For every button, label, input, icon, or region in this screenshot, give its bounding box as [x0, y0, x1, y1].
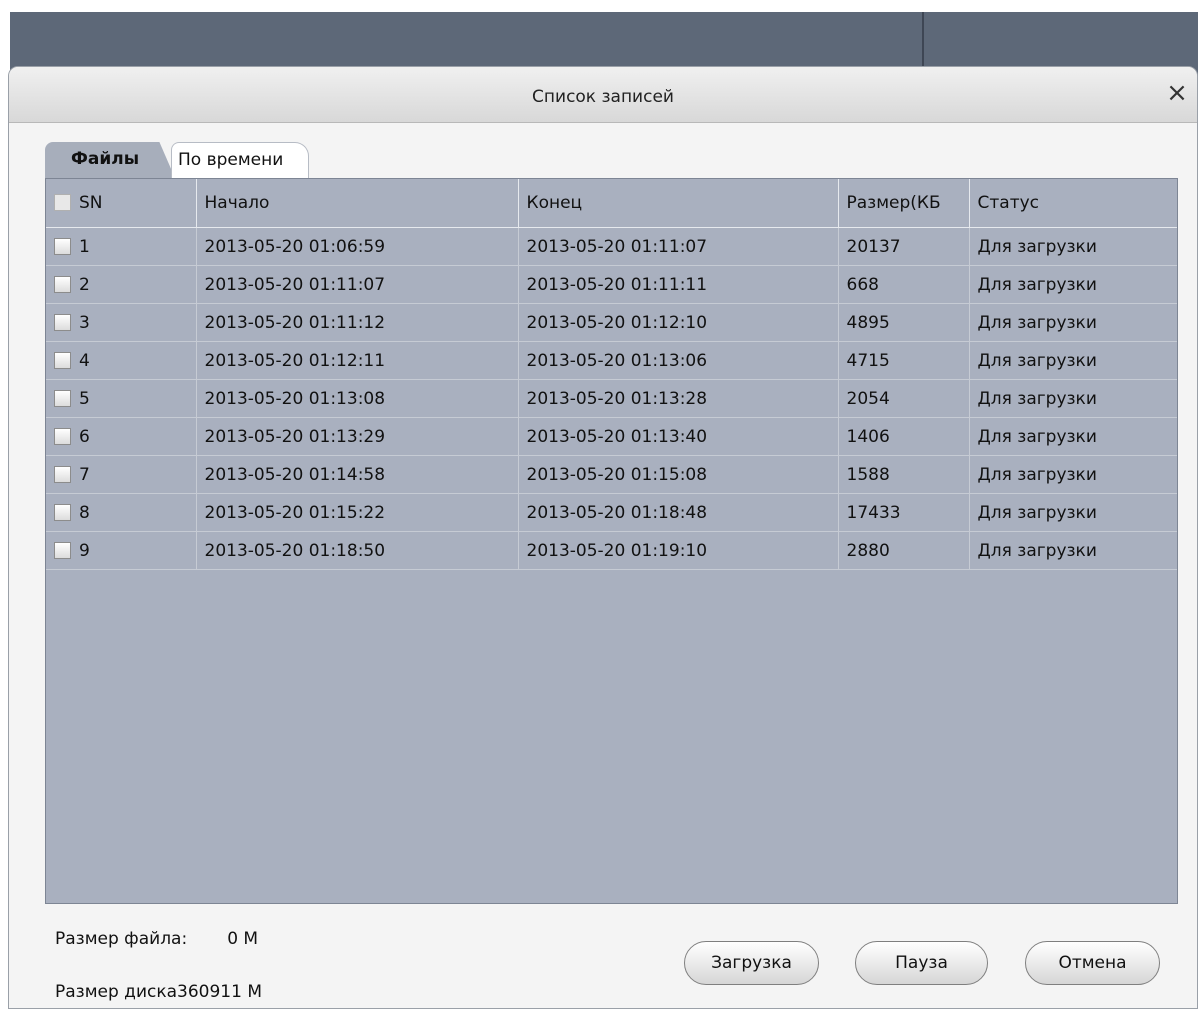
- cell-size: 1406: [838, 417, 970, 456]
- cell-start: 2013-05-20 01:13:08: [196, 379, 519, 418]
- column-header-status[interactable]: Статус: [969, 179, 1177, 228]
- cell-end: 2013-05-20 01:13:06: [518, 341, 839, 380]
- record-list-dialog: Список записей × Файлы По времени SN Нач…: [8, 66, 1198, 1009]
- pause-button[interactable]: Пауза: [855, 941, 988, 985]
- cell-status: Для загрузки: [969, 227, 1177, 266]
- row-checkbox[interactable]: [54, 503, 71, 521]
- cell-end: 2013-05-20 01:13:40: [518, 417, 839, 456]
- row-checkbox[interactable]: [54, 313, 71, 331]
- row-checkbox[interactable]: [54, 275, 71, 293]
- file-size-value: 0 M: [227, 929, 259, 949]
- row-sn: 1: [79, 236, 90, 257]
- cell-status: Для загрузки: [969, 341, 1177, 380]
- row-checkbox[interactable]: [54, 389, 71, 407]
- row-checkbox[interactable]: [54, 351, 71, 369]
- cell-sn: 1: [46, 227, 197, 266]
- file-size-info: Размер файла: 0 M: [55, 929, 258, 949]
- cell-status: Для загрузки: [969, 417, 1177, 456]
- row-sn: 3: [79, 312, 90, 333]
- row-sn: 9: [79, 540, 90, 561]
- column-header-end[interactable]: Конец: [518, 179, 839, 228]
- row-sn: 6: [79, 426, 90, 447]
- disk-size-label: Размер диска: [55, 982, 178, 1002]
- table-row[interactable]: 7 2013-05-20 01:14:58 2013-05-20 01:15:08 1…: [46, 455, 1177, 494]
- row-sn: 7: [79, 464, 90, 485]
- table-row[interactable]: 3 2013-05-20 01:11:12 2013-05-20 01:12:10 4…: [46, 303, 1177, 342]
- row-sn: 8: [79, 502, 90, 523]
- cell-size: 2880: [838, 531, 970, 570]
- column-header-start[interactable]: Начало: [196, 179, 519, 228]
- disk-size-info: Размер диска360911 M: [55, 982, 262, 1002]
- row-checkbox[interactable]: [54, 237, 71, 255]
- cell-sn: 6: [46, 417, 197, 456]
- table-row[interactable]: 2 2013-05-20 01:11:07 2013-05-20 01:11:11 6…: [46, 265, 1177, 304]
- cell-end: 2013-05-20 01:15:08: [518, 455, 839, 494]
- table-row[interactable]: 6 2013-05-20 01:13:29 2013-05-20 01:13:40 1…: [46, 417, 1177, 456]
- cell-sn: 5: [46, 379, 197, 418]
- row-checkbox[interactable]: [54, 427, 71, 445]
- file-size-label: Размер файла:: [55, 929, 188, 949]
- cell-end: 2013-05-20 01:11:07: [518, 227, 839, 266]
- disk-size-value: 360911 M: [177, 982, 262, 1002]
- cell-status: Для загрузки: [969, 379, 1177, 418]
- tab-files[interactable]: Файлы: [45, 142, 175, 178]
- dialog-titlebar: Список записей ×: [9, 67, 1197, 123]
- column-header-sn: SN: [46, 179, 197, 228]
- cell-status: Для загрузки: [969, 493, 1177, 532]
- cell-start: 2013-05-20 01:13:29: [196, 417, 519, 456]
- cell-start: 2013-05-20 01:18:50: [196, 531, 519, 570]
- column-header-label: SN: [79, 193, 103, 213]
- cell-size: 17433: [838, 493, 970, 532]
- cell-sn: 8: [46, 493, 197, 532]
- cell-end: 2013-05-20 01:19:10: [518, 531, 839, 570]
- cell-size: 668: [838, 265, 970, 304]
- select-all-checkbox[interactable]: [54, 194, 71, 211]
- row-sn: 2: [79, 274, 90, 295]
- row-sn: 5: [79, 388, 90, 409]
- cell-size: 2054: [838, 379, 970, 418]
- cell-end: 2013-05-20 01:18:48: [518, 493, 839, 532]
- row-sn: 4: [79, 350, 90, 371]
- table-row[interactable]: 1 2013-05-20 01:06:59 2013-05-20 01:11:07 2…: [46, 227, 1177, 266]
- cell-end: 2013-05-20 01:12:10: [518, 303, 839, 342]
- close-icon[interactable]: ×: [1163, 79, 1191, 107]
- cell-sn: 4: [46, 341, 197, 380]
- cell-sn: 7: [46, 455, 197, 494]
- cell-start: 2013-05-20 01:15:22: [196, 493, 519, 532]
- cell-status: Для загрузки: [969, 265, 1177, 304]
- cell-start: 2013-05-20 01:11:12: [196, 303, 519, 342]
- records-table: SN Начало Конец Размер(КБ Статус 1 2013-0…: [45, 178, 1178, 904]
- cell-start: 2013-05-20 01:12:11: [196, 341, 519, 380]
- row-checkbox[interactable]: [54, 541, 71, 559]
- cell-sn: 9: [46, 531, 197, 570]
- cell-status: Для загрузки: [969, 303, 1177, 342]
- cell-end: 2013-05-20 01:11:11: [518, 265, 839, 304]
- background-divider: [922, 12, 924, 72]
- dialog-title: Список записей: [532, 87, 674, 107]
- table-row[interactable]: 5 2013-05-20 01:13:08 2013-05-20 01:13:28 2…: [46, 379, 1177, 418]
- download-button[interactable]: Загрузка: [684, 941, 819, 985]
- cell-start: 2013-05-20 01:11:07: [196, 265, 519, 304]
- cell-size: 20137: [838, 227, 970, 266]
- cell-end: 2013-05-20 01:13:28: [518, 379, 839, 418]
- row-checkbox[interactable]: [54, 465, 71, 483]
- cell-status: Для загрузки: [969, 455, 1177, 494]
- cell-start: 2013-05-20 01:06:59: [196, 227, 519, 266]
- table-row[interactable]: 4 2013-05-20 01:12:11 2013-05-20 01:13:06 4…: [46, 341, 1177, 380]
- table-row[interactable]: 9 2013-05-20 01:18:50 2013-05-20 01:19:10 2…: [46, 531, 1177, 570]
- tab-by-time[interactable]: По времени: [171, 142, 309, 178]
- table-header-row: SN Начало Конец Размер(КБ Статус: [46, 179, 1177, 228]
- column-header-size[interactable]: Размер(КБ: [838, 179, 970, 228]
- cancel-button[interactable]: Отмена: [1025, 941, 1160, 985]
- cell-sn: 2: [46, 265, 197, 304]
- cell-sn: 3: [46, 303, 197, 342]
- table-row[interactable]: 8 2013-05-20 01:15:22 2013-05-20 01:18:48 1…: [46, 493, 1177, 532]
- cell-size: 4715: [838, 341, 970, 380]
- cell-start: 2013-05-20 01:14:58: [196, 455, 519, 494]
- cell-size: 4895: [838, 303, 970, 342]
- cell-size: 1588: [838, 455, 970, 494]
- cell-status: Для загрузки: [969, 531, 1177, 570]
